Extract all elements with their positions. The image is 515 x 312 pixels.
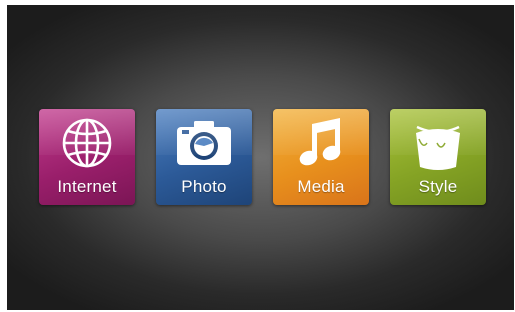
photo-tile[interactable]: Photo — [156, 109, 252, 205]
menu-screen: Internet Photo Media Style — [7, 5, 514, 310]
camera-icon — [156, 109, 252, 177]
globe-icon — [39, 109, 135, 177]
style-tile[interactable]: Style — [390, 109, 486, 205]
photo-label: Photo — [181, 177, 227, 196]
internet-tile[interactable]: Internet — [39, 109, 135, 205]
internet-label: Internet — [57, 177, 117, 196]
paint-bucket-icon — [390, 109, 486, 177]
music-note-icon — [273, 109, 369, 177]
media-tile[interactable]: Media — [273, 109, 369, 205]
style-label: Style — [418, 177, 458, 196]
media-label: Media — [297, 177, 345, 196]
